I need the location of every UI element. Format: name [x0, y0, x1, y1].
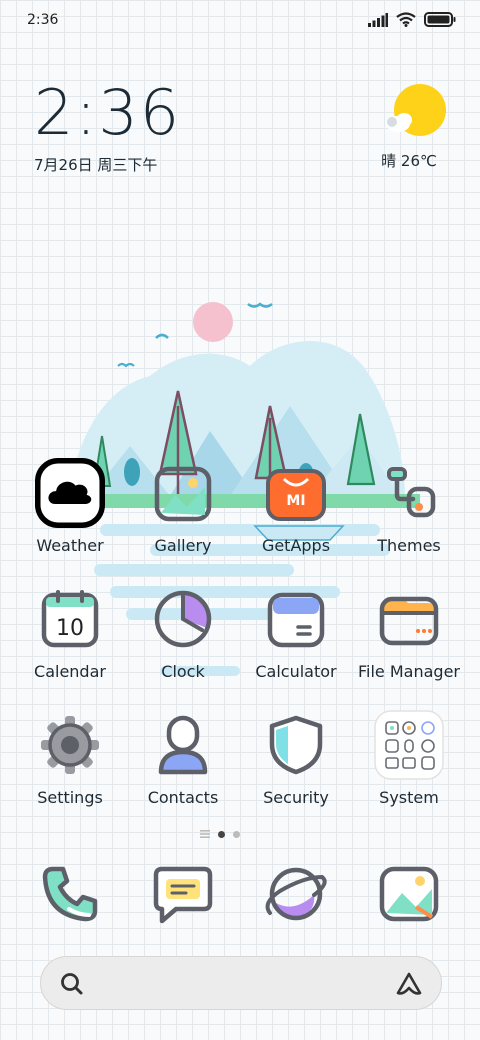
app-settings[interactable]: Settings: [15, 710, 125, 807]
app-label: Themes: [377, 536, 441, 555]
clock-widget-date: 7月26日 周三下午: [34, 156, 158, 174]
folder-grid-icon: [374, 710, 444, 780]
status-bar: 2:36: [0, 0, 480, 40]
paint-roller-icon: [374, 458, 444, 528]
app-security[interactable]: Security: [241, 710, 351, 807]
app-calendar[interactable]: 10 Calendar: [15, 584, 125, 681]
sunny-cloud-icon: [386, 84, 446, 136]
person-icon: [148, 710, 218, 780]
calendar-day: 10: [56, 616, 84, 641]
dock-messages[interactable]: [143, 854, 223, 934]
gear-icon: [35, 710, 105, 780]
messages-icon: [153, 866, 213, 924]
page-dot-active: [218, 830, 225, 838]
app-gallery[interactable]: Gallery: [128, 458, 238, 555]
folder-icon: [374, 584, 444, 654]
clock-widget-time: 2:36: [34, 76, 182, 149]
signal-icon: [368, 12, 388, 27]
dock-browser[interactable]: [256, 854, 336, 934]
app-label: Clock: [161, 662, 205, 681]
status-time: 2:36: [27, 12, 59, 28]
app-clock[interactable]: Clock: [128, 584, 238, 681]
app-getapps[interactable]: MI GetApps: [241, 458, 351, 555]
app-system-folder[interactable]: System: [354, 710, 464, 807]
phone-icon: [42, 866, 98, 922]
dock-phone[interactable]: [30, 854, 110, 934]
app-file-manager[interactable]: File Manager: [354, 584, 464, 681]
weather-widget[interactable]: 晴 26℃: [381, 84, 448, 171]
cloud-icon: [35, 458, 105, 528]
dock-gallery[interactable]: [369, 854, 449, 934]
assistant-icon[interactable]: [395, 970, 423, 998]
app-label: Settings: [37, 788, 103, 807]
status-icons: [368, 12, 456, 27]
weather-text: 晴 26℃: [381, 152, 437, 170]
app-label: Contacts: [147, 788, 219, 807]
app-label: File Manager: [358, 662, 460, 681]
app-themes[interactable]: Themes: [354, 458, 464, 555]
app-contacts[interactable]: Contacts: [128, 710, 238, 807]
shield-icon: [261, 710, 331, 780]
menu-lines-icon: [200, 830, 210, 838]
app-weather[interactable]: Weather: [15, 458, 125, 555]
battery-icon: [424, 12, 456, 27]
calculator-icon: [261, 584, 331, 654]
wifi-icon: [396, 12, 416, 27]
page-indicator[interactable]: [200, 830, 240, 838]
app-label: Gallery: [154, 536, 212, 555]
calendar-icon: 10: [35, 584, 105, 654]
search-icon: [61, 973, 83, 995]
app-label: Security: [263, 788, 329, 807]
app-label: Calendar: [34, 662, 106, 681]
image-icon: [148, 458, 218, 528]
gallery-icon: [379, 866, 439, 922]
svg-text:MI: MI: [286, 493, 305, 509]
app-label: Calculator: [255, 662, 337, 681]
shopping-bag-icon: MI: [261, 458, 331, 528]
clock-widget[interactable]: 2:36 7月26日 周三下午: [34, 82, 181, 175]
app-label: Weather: [36, 536, 104, 555]
browser-planet-icon: [265, 867, 327, 921]
app-label: GetApps: [261, 536, 331, 555]
app-label: System: [379, 788, 439, 807]
search-bar[interactable]: [40, 956, 442, 1010]
app-calculator[interactable]: Calculator: [241, 584, 351, 681]
page-dot: [233, 830, 240, 838]
clock-icon: [148, 584, 218, 654]
